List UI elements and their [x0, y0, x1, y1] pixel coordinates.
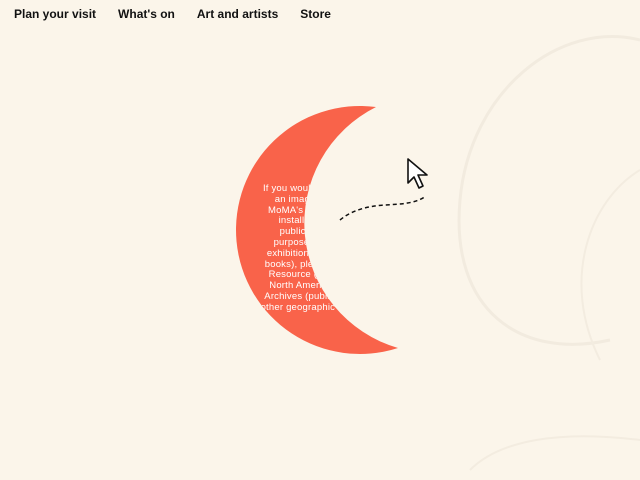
pointer-arrow-icon — [407, 158, 428, 189]
dashed-trail-line — [339, 195, 427, 221]
crescent-moon-graphic — [236, 105, 427, 354]
hero-illustration: If you would like to request an image of… — [0, 0, 640, 480]
page: Plan your visit What's on Art and artist… — [0, 0, 640, 480]
crescent-moon-shape — [236, 105, 398, 354]
